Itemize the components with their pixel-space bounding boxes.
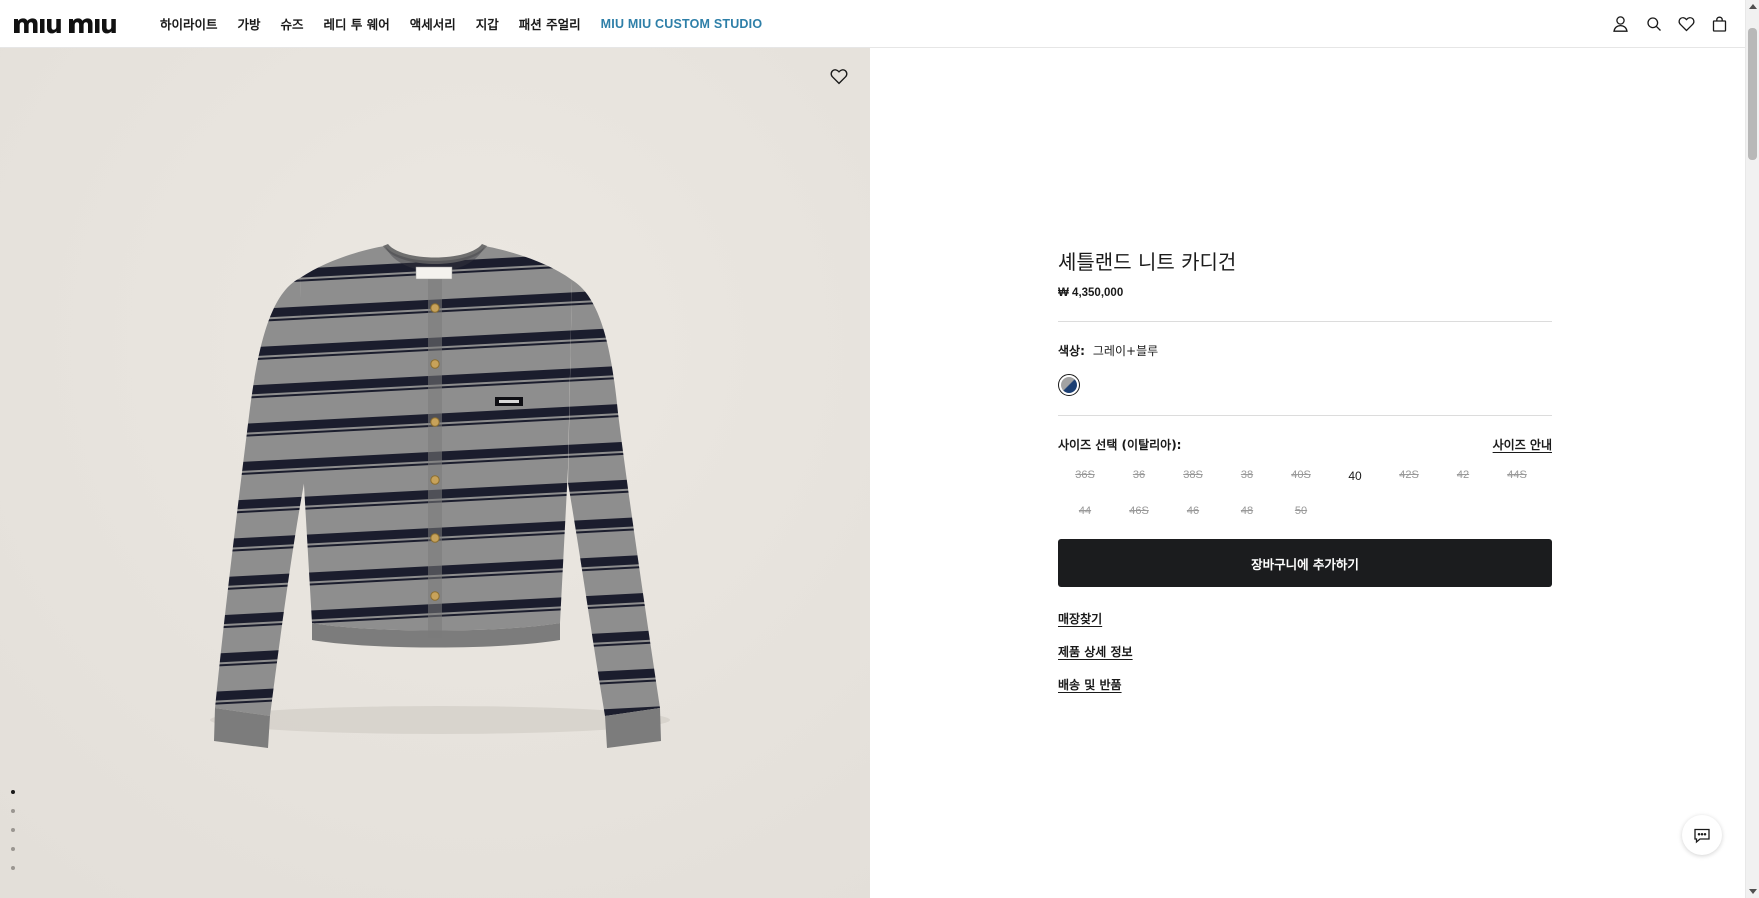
gallery-dot[interactable] — [11, 828, 15, 832]
chat-icon — [1694, 828, 1710, 843]
size-option[interactable]: 44 — [1058, 503, 1112, 519]
heart-icon[interactable] — [830, 68, 850, 88]
divider — [1058, 321, 1552, 322]
color-value: 그레이+블루 — [1092, 344, 1159, 358]
size-option[interactable]: 46S — [1112, 503, 1166, 519]
main-nav: 하이라이트 가방 슈즈 레디 투 웨어 액세서리 지갑 패션 주얼리 MIU M… — [160, 14, 782, 33]
nav-fashion-jewelry[interactable]: 패션 주얼리 — [519, 14, 581, 33]
header-actions — [1611, 14, 1729, 33]
size-option[interactable]: 48 — [1220, 503, 1274, 519]
size-grid: 36S 36 38S 38 40S 40 42S 42 44S 44 46S 4… — [1058, 467, 1552, 519]
store-locator-link[interactable]: 매장찾기 — [1058, 610, 1102, 627]
gallery-dot[interactable] — [11, 866, 15, 870]
nav-custom-studio[interactable]: MIU MIU CUSTOM STUDIO — [601, 17, 763, 31]
color-label: 색상: — [1058, 344, 1085, 358]
product-details: 셰틀랜드 니트 카디건 ₩ 4,350,000 색상: 그레이+블루 사이즈 선… — [1058, 246, 1552, 693]
product-price: ₩ 4,350,000 — [1058, 287, 1124, 299]
search-icon[interactable] — [1644, 14, 1663, 33]
account-icon[interactable] — [1611, 14, 1630, 33]
nav-shoes[interactable]: 슈즈 — [281, 14, 304, 33]
miu-miu-logo[interactable] — [14, 13, 140, 35]
scroll-down-arrow[interactable] — [1749, 889, 1757, 894]
gallery-pagination — [11, 790, 15, 870]
color-info: 색상: 그레이+블루 — [1058, 342, 1552, 359]
gallery-dot[interactable] — [11, 809, 15, 813]
size-option[interactable]: 44S — [1490, 467, 1544, 485]
color-swatch-grey-blue[interactable] — [1058, 374, 1080, 396]
nav-wallets[interactable]: 지갑 — [476, 14, 499, 33]
product-image-cardigan — [0, 48, 870, 898]
swatch-fill — [1061, 377, 1077, 393]
size-header: 사이즈 선택 (이탈리아): 사이즈 안내 — [1058, 436, 1552, 453]
size-option[interactable]: 42S — [1382, 467, 1436, 485]
chat-button[interactable] — [1682, 815, 1722, 855]
size-option[interactable]: 36 — [1112, 467, 1166, 485]
scroll-up-arrow[interactable] — [1749, 4, 1757, 9]
nav-ready-to-wear[interactable]: 레디 투 웨어 — [324, 14, 390, 33]
page-scrollbar[interactable] — [1745, 0, 1759, 898]
nav-accessories[interactable]: 액세서리 — [410, 14, 456, 33]
gallery-dot[interactable] — [11, 847, 15, 851]
size-option[interactable]: 38 — [1220, 467, 1274, 485]
shipping-returns-link[interactable]: 배송 및 반품 — [1058, 676, 1122, 693]
add-to-cart-button[interactable]: 장바구니에 추가하기 — [1058, 539, 1552, 587]
nav-highlights[interactable]: 하이라이트 — [160, 14, 218, 33]
product-gallery[interactable] — [0, 48, 870, 898]
site-header: 하이라이트 가방 슈즈 레디 투 웨어 액세서리 지갑 패션 주얼리 MIU M… — [0, 0, 1745, 48]
nav-bags[interactable]: 가방 — [238, 14, 261, 33]
bag-icon[interactable] — [1710, 14, 1729, 33]
gallery-dot[interactable] — [11, 790, 15, 794]
product-links: 매장찾기 제품 상세 정보 배송 및 반품 — [1058, 610, 1552, 693]
wishlist-icon[interactable] — [1677, 14, 1696, 33]
product-details-link[interactable]: 제품 상세 정보 — [1058, 643, 1133, 660]
size-option[interactable]: 42 — [1436, 467, 1490, 485]
size-option[interactable]: 46 — [1166, 503, 1220, 519]
size-label: 사이즈 선택 (이탈리아): — [1058, 438, 1182, 452]
size-option[interactable]: 38S — [1166, 467, 1220, 485]
scroll-thumb[interactable] — [1748, 28, 1757, 160]
size-option[interactable]: 40 — [1328, 467, 1382, 485]
product-title: 셰틀랜드 니트 카디건 — [1058, 250, 1237, 274]
size-option[interactable]: 40S — [1274, 467, 1328, 485]
divider — [1058, 415, 1552, 416]
logo-wordmark — [14, 17, 116, 33]
size-guide-link[interactable]: 사이즈 안내 — [1493, 436, 1552, 453]
size-option[interactable]: 36S — [1058, 467, 1112, 485]
size-option[interactable]: 50 — [1274, 503, 1328, 519]
